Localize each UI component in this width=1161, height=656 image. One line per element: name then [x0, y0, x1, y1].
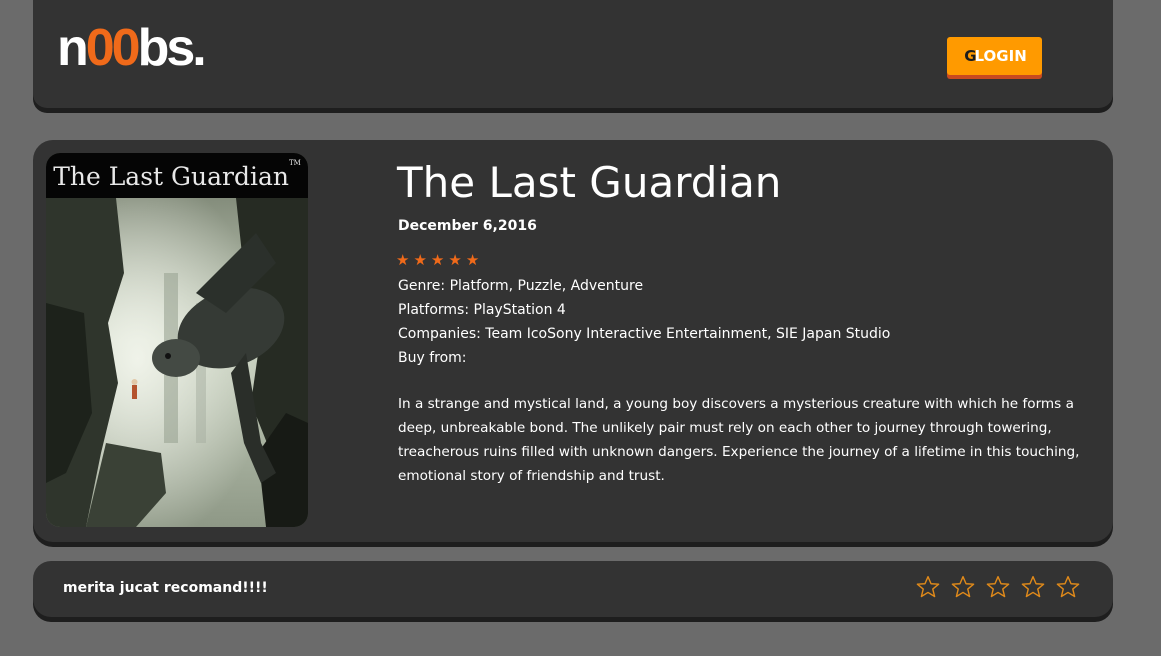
star-outline-icon[interactable]: [1055, 574, 1081, 600]
star-filled-icon: ★: [413, 251, 428, 269]
cover-title-text: The Last Guardian: [53, 162, 289, 191]
site-logo[interactable]: n00bs.: [57, 19, 207, 77]
buy-from-line: Buy from:: [398, 350, 467, 366]
cover-title-banner: The Last GuardianTM: [46, 153, 308, 198]
game-rating: ★ ★ ★ ★ ★: [396, 251, 480, 269]
star-filled-icon: ★: [448, 251, 463, 269]
star-outline-icon[interactable]: [950, 574, 976, 600]
star-filled-icon: ★: [430, 251, 446, 269]
review-text: merita jucat recomand!!!!: [63, 580, 268, 596]
header: n00bs. G LOGIN: [33, 0, 1113, 108]
login-button[interactable]: G LOGIN: [947, 37, 1042, 75]
cover-trademark: TM: [288, 159, 301, 167]
star-outline-icon[interactable]: [1020, 574, 1046, 600]
star-filled-icon: ★: [396, 251, 411, 269]
game-cover-image: The Last GuardianTM: [46, 153, 308, 527]
game-description: In a strange and mystical land, a young …: [398, 396, 1080, 484]
star-filled-icon: ★: [465, 251, 481, 269]
game-title: The Last Guardian: [397, 158, 782, 207]
genre-line: Genre: Platform, Puzzle, Adventure: [398, 278, 644, 294]
game-detail-card: The Last GuardianTM The Last Guardian De…: [33, 140, 1113, 542]
logo-text-end: bs.: [137, 19, 207, 77]
companies-line: Companies: Team IcoSony Interactive Ente…: [398, 326, 891, 342]
review-star-rating: [915, 574, 1081, 600]
logo-text-accent: 00: [85, 19, 141, 77]
review-card: merita jucat recomand!!!!: [33, 561, 1113, 617]
platforms-line: Platforms: PlayStation 4: [398, 302, 566, 318]
login-label: LOGIN: [974, 47, 1027, 65]
logo-text-start: n: [57, 19, 89, 77]
star-outline-icon[interactable]: [915, 574, 941, 600]
star-outline-icon[interactable]: [985, 574, 1011, 600]
game-info: Genre: Platform, Puzzle, Adventure Platf…: [398, 274, 1098, 370]
release-date: December 6,2016: [398, 218, 537, 234]
